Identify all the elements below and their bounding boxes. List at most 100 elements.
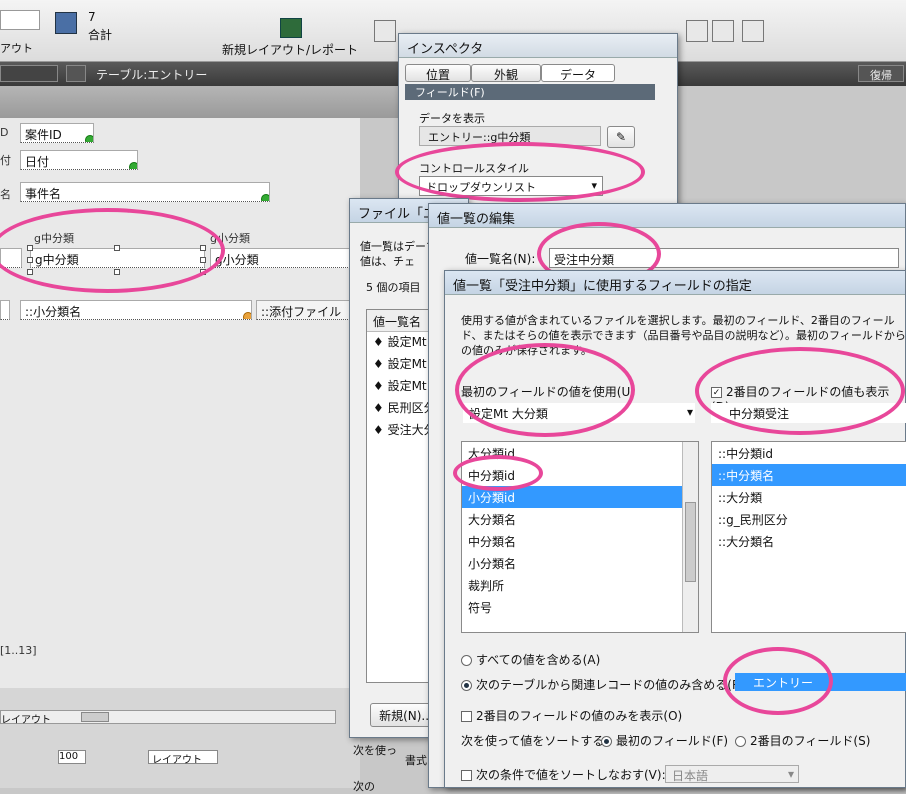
resize-handle[interactable]: [114, 269, 120, 275]
case-name-field[interactable]: 事件名: [20, 182, 270, 202]
chevron-down-icon: ▾: [591, 179, 597, 192]
display-data-field[interactable]: エントリー::g中分類: [419, 126, 601, 146]
second-field-list[interactable]: ::中分類id ::中分類名 ::大分類 ::g_民刑区分 ::大分類名: [711, 441, 906, 633]
resize-handle[interactable]: [27, 269, 33, 275]
list-item[interactable]: ::中分類id: [712, 442, 906, 464]
first-table-value: 設定Mt 大分類: [469, 407, 548, 421]
include-related-label: 次のテーブルから関連レコードの値のみ含める(R):: [476, 678, 750, 692]
resize-handle[interactable]: [27, 257, 33, 263]
first-field-label: 最初のフィールドの値を使用(U): [461, 385, 635, 399]
g-mid-field[interactable]: g中分類: [30, 248, 205, 268]
list-item[interactable]: 小分類名: [462, 552, 698, 574]
tab-data[interactable]: データ: [541, 64, 615, 82]
tab-position[interactable]: 位置: [405, 64, 471, 82]
first-table-select[interactable]: 設定Mt 大分類 ▾: [463, 403, 695, 423]
list-item-selected[interactable]: ::中分類名: [712, 464, 906, 486]
next-label: 次の: [353, 780, 375, 793]
show-second-only-option[interactable]: 2番目のフィールドの値のみを表示(O): [461, 707, 682, 724]
language-value: 日本語: [672, 769, 709, 783]
list-item[interactable]: ::g_民刑区分: [712, 508, 906, 530]
record-count: 7: [88, 10, 96, 24]
tool-icon[interactable]: [686, 20, 708, 42]
field-label: 付: [0, 154, 11, 167]
tool-icon[interactable]: [712, 20, 734, 42]
sort-second-option[interactable]: 2番目のフィールド(S): [735, 732, 870, 749]
search-icon: [261, 194, 269, 201]
checkbox-checked-icon[interactable]: ✓: [711, 387, 722, 398]
radio-icon[interactable]: [735, 736, 746, 747]
small-name-text: ::小分類名: [25, 305, 82, 319]
case-name-text: 事件名: [25, 187, 62, 201]
format-painter-icon[interactable]: [742, 20, 764, 42]
resize-handle[interactable]: [114, 245, 120, 251]
case-id-field[interactable]: 案件ID: [20, 123, 94, 143]
radio-selected-icon[interactable]: [461, 680, 472, 691]
checkbox-icon[interactable]: [461, 711, 472, 722]
field-stub[interactable]: [0, 300, 10, 320]
list-item[interactable]: 大分類名: [462, 508, 698, 530]
control-style-value: ドロップダウンリスト: [426, 181, 536, 194]
sort-label: 次を使って値をソートする:: [461, 734, 609, 748]
pencil-icon[interactable]: ✎: [607, 126, 635, 148]
list-item[interactable]: ::大分類: [712, 486, 906, 508]
specify-fields-dialog: 値一覧「受注中分類」に使用するフィールドの指定 使用する値が含まれているファイル…: [444, 270, 906, 788]
restore-button[interactable]: 復帰: [858, 65, 904, 82]
bottom-bar: レイアウト 100 レイアウト: [0, 688, 360, 788]
specify-fields-desc: 使用する値が含まれているファイルを選択します。最初のフィールド、2番目のフィール…: [461, 314, 906, 357]
zoom-field[interactable]: 100: [58, 750, 86, 764]
sort-first-option[interactable]: 最初のフィールド(F): [601, 732, 728, 749]
control-style-select[interactable]: ドロップダウンリスト ▾: [419, 176, 603, 196]
resize-handle[interactable]: [200, 245, 206, 251]
resort-option[interactable]: 次の条件で値をソートしなおす(V):: [461, 766, 666, 783]
field-stub[interactable]: [0, 248, 22, 268]
list-item[interactable]: 裁判所: [462, 574, 698, 596]
first-field-list[interactable]: 大分類id 中分類id 小分類id 大分類名 中分類名 小分類名 裁判所 符号: [461, 441, 699, 633]
list-item[interactable]: 符号: [462, 596, 698, 618]
item-count: 5 個の項目: [366, 281, 421, 294]
radio-icon[interactable]: [461, 655, 472, 666]
chevron-down-icon: ▾: [787, 767, 794, 781]
small-name-field[interactable]: ::小分類名: [20, 300, 252, 320]
value-list-name-label: 値一覧名(N):: [465, 252, 536, 266]
radio-selected-icon[interactable]: [601, 736, 612, 747]
include-all-option[interactable]: すべての値を含める(A): [461, 651, 600, 668]
layout-mode-menu[interactable]: レイアウト: [148, 750, 218, 766]
resize-handle[interactable]: [200, 257, 206, 263]
search-icon: [129, 162, 137, 169]
horizontal-scrollbar[interactable]: レイアウト: [0, 710, 336, 726]
date-text: 日付: [25, 155, 50, 169]
edit-icon[interactable]: [66, 65, 86, 82]
specify-fields-title: 値一覧「受注中分類」に使用するフィールドの指定: [445, 271, 905, 295]
list-item-selected[interactable]: 小分類id: [462, 486, 682, 508]
list-item[interactable]: ::大分類名: [712, 530, 906, 552]
resize-handle[interactable]: [200, 269, 206, 275]
language-select[interactable]: 日本語 ▾: [665, 765, 799, 783]
resize-handle[interactable]: [27, 245, 33, 251]
related-table-select[interactable]: エントリー: [735, 673, 906, 691]
value-list-name-field[interactable]: 受注中分類: [549, 248, 899, 268]
search-icon: [243, 312, 251, 319]
second-table-select[interactable]: 中分類受注: [711, 403, 906, 423]
vertical-scrollbar[interactable]: [682, 442, 698, 632]
g-small-label: g小分類: [210, 232, 250, 245]
field-label: 名: [0, 188, 11, 201]
field-section-header[interactable]: フィールド(F): [405, 84, 655, 100]
date-field[interactable]: 日付: [20, 150, 138, 170]
attach-field[interactable]: ::添付ファイル: [256, 300, 356, 320]
scroll-thumb[interactable]: [685, 502, 696, 582]
control-style-label: コントロールスタイル: [419, 162, 529, 175]
list-item[interactable]: 中分類名: [462, 530, 698, 552]
new-layout-icon[interactable]: [280, 18, 302, 38]
pointer-tool-icon[interactable]: [374, 20, 396, 42]
list-item[interactable]: 中分類id: [462, 464, 698, 486]
include-related-option[interactable]: 次のテーブルから関連レコードの値のみ含める(R):: [461, 676, 749, 693]
record-number-field[interactable]: [0, 10, 40, 30]
checkbox-icon[interactable]: [461, 770, 472, 781]
list-item[interactable]: 大分類id: [462, 442, 698, 464]
g-small-field[interactable]: g小分類: [210, 248, 360, 268]
layout-dropdown[interactable]: [0, 65, 58, 82]
tab-appearance[interactable]: 外観: [471, 64, 541, 82]
chevron-down-icon: ▾: [686, 405, 693, 419]
new-layout-button[interactable]: 新規レイアウト/レポート: [222, 41, 358, 58]
scroll-thumb[interactable]: [81, 712, 109, 722]
